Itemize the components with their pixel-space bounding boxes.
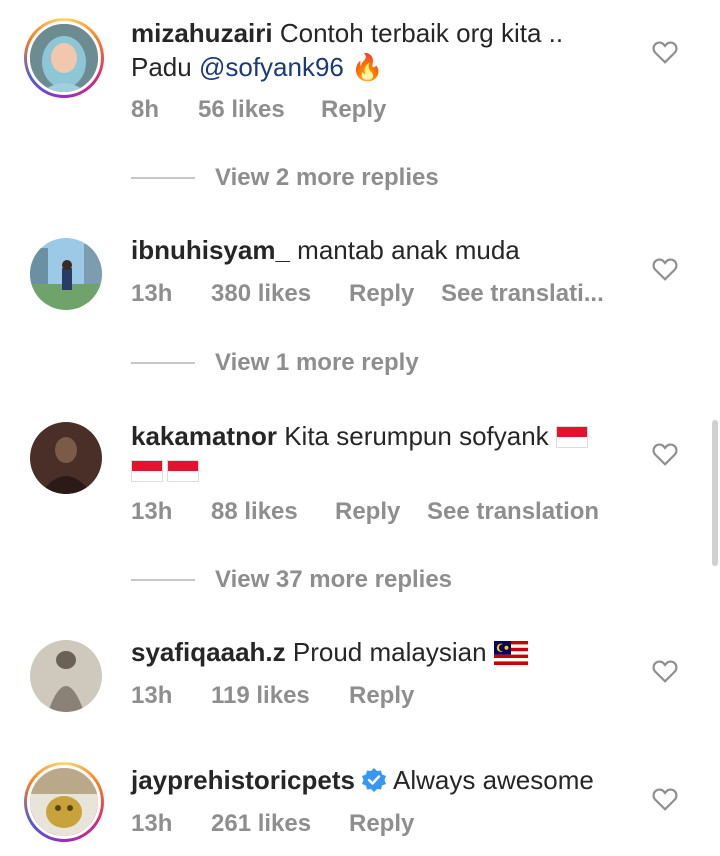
comment-text: jayprehistoricpets Always awesome: [131, 763, 621, 797]
indonesia-flag-icon: [555, 426, 588, 448]
comment-text: mizahuzairi Contoh terbaik org kita .. P…: [131, 16, 621, 84]
comment-meta: 13h 88 likes Reply See translation: [131, 498, 599, 526]
indonesia-flag-icon: [167, 460, 199, 482]
comment-body: Proud malaysian: [292, 637, 487, 667]
likes-count[interactable]: 380 likes: [211, 280, 349, 308]
avatar-photo: [30, 24, 98, 92]
comment-text: syafiqaaah.z Proud malaysian: [131, 635, 621, 669]
likes-count[interactable]: 56 likes: [198, 96, 321, 124]
username[interactable]: kakamatnor: [131, 421, 277, 451]
avatar-photo: [30, 768, 98, 836]
scrollbar[interactable]: [712, 420, 718, 566]
avatar-kakamatnor[interactable]: [30, 422, 102, 494]
timestamp: 8h: [131, 96, 160, 123]
view-replies-button[interactable]: View 37 more replies: [131, 566, 452, 594]
replies-divider: [131, 579, 195, 581]
avatar-story-ring[interactable]: [24, 762, 104, 842]
replies-divider: [131, 177, 195, 179]
avatar-container[interactable]: [28, 236, 104, 312]
likes-count[interactable]: 88 likes: [211, 498, 335, 526]
avatar-photo: [30, 422, 102, 494]
comment-body: Kita serumpun sofyank: [284, 421, 549, 451]
see-translation-button[interactable]: See translati...: [441, 280, 604, 308]
comment-meta: 13h 119 likes Reply: [131, 682, 414, 710]
reply-button[interactable]: Reply: [335, 498, 427, 526]
comment-meta: 8h 56 likes Reply: [131, 96, 386, 124]
comment-body: Always awesome: [392, 765, 594, 795]
view-replies-button[interactable]: View 2 more replies: [131, 164, 439, 192]
likes-count[interactable]: 261 likes: [211, 810, 349, 838]
username[interactable]: mizahuzairi: [131, 18, 273, 48]
username[interactable]: syafiqaaah.z: [131, 637, 286, 667]
avatar-syafiqaaah[interactable]: [30, 640, 102, 712]
avatar-photo: [30, 640, 102, 712]
avatar-container[interactable]: [28, 420, 104, 496]
comment-text: ibnuhisyam_ mantab anak muda: [131, 233, 621, 267]
fire-emoji: 🔥: [351, 52, 384, 82]
view-replies-button[interactable]: View 1 more reply: [131, 349, 419, 377]
avatar-photo: [30, 238, 102, 310]
avatar-story-ring[interactable]: [24, 18, 104, 98]
malaysia-flag-icon: [493, 641, 528, 665]
avatar-container[interactable]: [28, 638, 104, 714]
likes-count[interactable]: 119 likes: [211, 682, 349, 710]
avatar-mizahuzairi[interactable]: [27, 21, 101, 95]
view-replies-label[interactable]: View 2 more replies: [215, 164, 439, 192]
heart-icon[interactable]: [652, 787, 678, 811]
comment-text: kakamatnor Kita serumpun sofyank: [131, 419, 621, 487]
see-translation-button[interactable]: See translation: [427, 498, 599, 526]
reply-button[interactable]: Reply: [349, 280, 441, 308]
avatar-ibnuhisyam[interactable]: [30, 238, 102, 310]
avatar-jayprehistoricpets[interactable]: [27, 765, 101, 839]
heart-icon[interactable]: [652, 442, 678, 466]
timestamp: 13h: [131, 682, 173, 709]
heart-icon[interactable]: [652, 659, 678, 683]
username[interactable]: jayprehistoricpets: [131, 765, 355, 795]
reply-button[interactable]: Reply: [321, 96, 386, 124]
comment-meta: 13h 380 likes Reply See translati...: [131, 280, 604, 308]
heart-icon[interactable]: [652, 257, 678, 281]
timestamp: 13h: [131, 810, 173, 837]
replies-divider: [131, 362, 195, 364]
reply-button[interactable]: Reply: [349, 682, 414, 710]
verified-badge-icon: [361, 768, 386, 792]
comment-meta: 13h 261 likes Reply: [131, 810, 414, 838]
timestamp: 13h: [131, 280, 173, 307]
timestamp: 13h: [131, 498, 173, 525]
heart-icon[interactable]: [652, 40, 678, 64]
comment-body: mantab anak muda: [297, 235, 520, 265]
mention-link[interactable]: @sofyank96: [199, 52, 344, 82]
username[interactable]: ibnuhisyam_: [131, 235, 290, 265]
indonesia-flag-icon: [131, 460, 163, 482]
view-replies-label[interactable]: View 37 more replies: [215, 566, 452, 594]
view-replies-label[interactable]: View 1 more reply: [215, 349, 419, 377]
reply-button[interactable]: Reply: [349, 810, 414, 838]
